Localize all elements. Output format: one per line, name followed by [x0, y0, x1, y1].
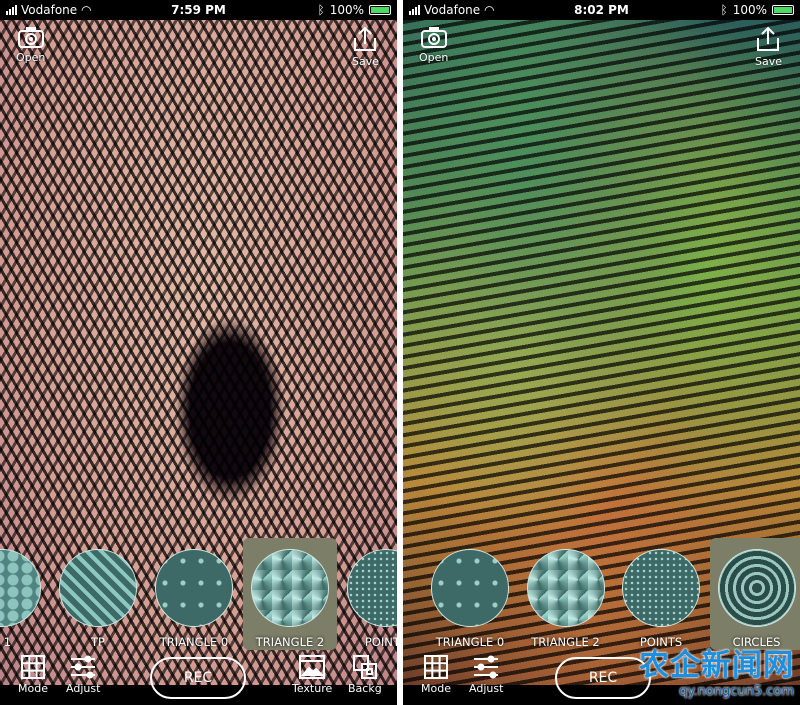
texture-option[interactable]: POINTS: [339, 538, 397, 650]
save-button[interactable]: Save: [352, 26, 379, 68]
battery-percent: 100%: [732, 3, 767, 17]
texture-label: TRIANGLE 0: [435, 635, 505, 649]
wifi-icon: ◠: [81, 3, 92, 17]
signal-icon: [6, 5, 17, 15]
watermark: 农企新闻网 qy.nongcun5.com: [639, 640, 794, 699]
camera-icon: [17, 26, 44, 51]
adjust-button[interactable]: Adjust: [469, 655, 503, 695]
share-icon: [756, 26, 780, 55]
battery-icon: [772, 5, 794, 15]
mode-button[interactable]: Mode: [421, 655, 451, 695]
texture-dots-preview: [347, 549, 397, 627]
texture-option[interactable]: TRIANGLE 2: [519, 538, 613, 650]
record-button[interactable]: REC: [150, 657, 246, 699]
texture-triangles-preview: [155, 549, 233, 627]
texture-label: TRIANGLE 2: [255, 635, 325, 649]
save-label: Save: [351, 55, 379, 68]
battery-icon: [369, 5, 391, 15]
open-button[interactable]: Open: [419, 26, 448, 64]
adjust-label: Adjust: [66, 682, 101, 695]
bluetooth-icon: ᛒ: [317, 3, 325, 17]
texture-carousel[interactable]: E 1 TP TRIANGLE 0 TRIANGLE 2 POINTS: [0, 538, 397, 650]
image-icon: [299, 655, 326, 682]
texture-zigzag-preview: [59, 549, 137, 627]
texture-rings-preview: [717, 549, 796, 627]
battery-percent: 100%: [329, 3, 364, 17]
background-label: Backg: [348, 682, 382, 695]
save-button[interactable]: Save: [755, 26, 782, 68]
texture-label: E 1: [0, 635, 12, 649]
record-button[interactable]: REC: [555, 657, 651, 699]
texture-label: TRIANGLE 0: [159, 635, 229, 649]
watermark-url: qy.nongcun5.com: [679, 684, 794, 699]
texture-pyramids-preview: [251, 549, 329, 627]
status-bar: Vodafone ◠ 7:59 PM ᛒ 100%: [0, 0, 397, 20]
rec-label: REC: [588, 670, 618, 686]
sliders-icon: [473, 655, 499, 682]
sliders-icon: [70, 655, 96, 682]
texture-hexagon-preview: [0, 549, 41, 627]
grid-icon: [20, 655, 45, 682]
texture-carousel[interactable]: TRIANGLE 0 TRIANGLE 2 POINTS CIRCLES: [403, 538, 800, 650]
background-button[interactable]: Backg: [348, 655, 382, 695]
texture-label: TP: [91, 635, 105, 649]
mode-label: Mode: [421, 682, 451, 695]
mode-label: Mode: [18, 682, 48, 695]
texture-dots-preview: [622, 549, 700, 627]
save-label: Save: [754, 55, 782, 68]
layers-icon: [352, 655, 377, 682]
adjust-button[interactable]: Adjust: [66, 655, 100, 695]
texture-label: POINTS: [364, 635, 397, 649]
texture-option[interactable]: TRIANGLE 0: [147, 538, 241, 650]
texture-option[interactable]: TP: [51, 538, 145, 650]
texture-label: Texture: [292, 682, 333, 695]
watermark-name: 农企新闻网: [639, 648, 794, 683]
bluetooth-icon: ᛒ: [720, 3, 728, 17]
texture-option[interactable]: TRIANGLE 0: [423, 538, 517, 650]
open-button[interactable]: Open: [16, 26, 45, 64]
wifi-icon: ◠: [484, 3, 495, 17]
open-label: Open: [16, 51, 46, 64]
share-icon: [353, 26, 377, 55]
signal-icon: [409, 5, 420, 15]
carrier: Vodafone: [21, 3, 78, 17]
camera-icon: [420, 26, 447, 51]
phone-screen: Vodafone◠ 7:59 PM ᛒ100% Open Save E 1 TP…: [0, 0, 397, 705]
texture-pyramids-preview: [526, 549, 605, 627]
adjust-label: Adjust: [469, 682, 504, 695]
texture-triangles-preview: [431, 549, 509, 627]
grid-icon: [423, 655, 448, 682]
phone-screen: Vodafone ◠ 8:02 PM ᛒ 100% Open Save TRIANG…: [403, 0, 800, 705]
carrier: Vodafone: [424, 3, 481, 17]
texture-label: TRIANGLE 2: [531, 635, 600, 649]
texture-option[interactable]: POINTS: [614, 538, 708, 650]
texture-button[interactable]: Texture: [292, 655, 332, 695]
texture-option[interactable]: TRIANGLE 2: [243, 538, 337, 650]
mode-button[interactable]: Mode: [18, 655, 48, 695]
open-label: Open: [419, 51, 449, 64]
texture-option[interactable]: CIRCLES: [709, 538, 800, 650]
status-bar: Vodafone ◠ 8:02 PM ᛒ 100%: [403, 0, 800, 20]
rec-label: REC: [183, 670, 213, 686]
texture-option[interactable]: E 1: [0, 538, 49, 650]
